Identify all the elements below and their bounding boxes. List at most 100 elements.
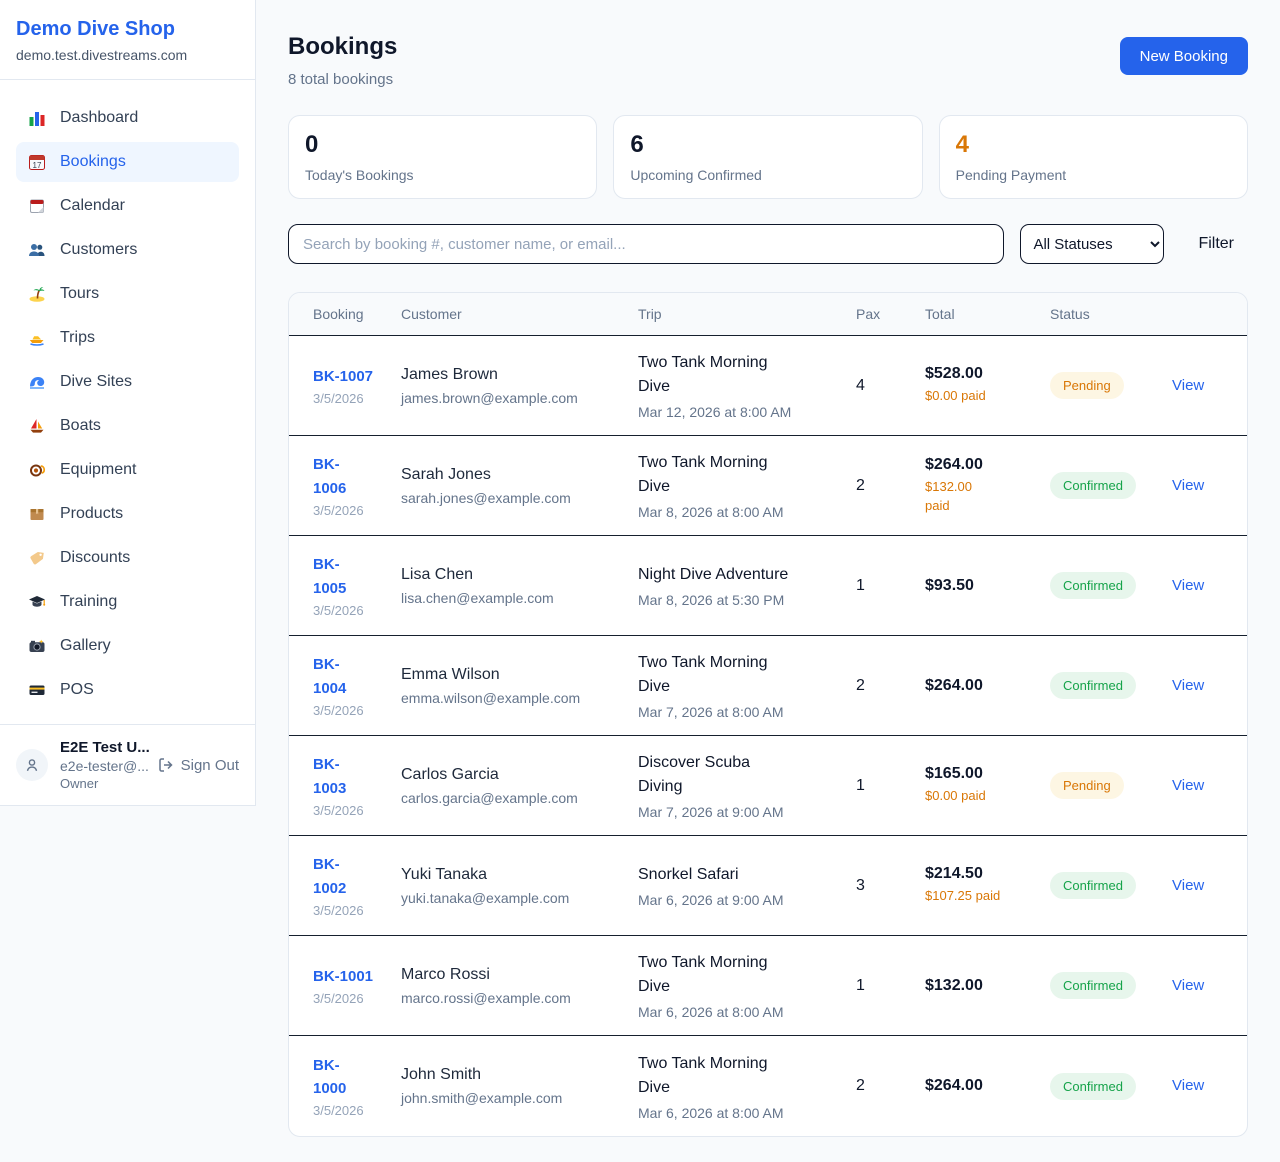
booking-id-link[interactable]: BK-1000 xyxy=(313,1054,365,1101)
customer-email: emma.wilson@example.com xyxy=(401,690,638,706)
booking-id-link[interactable]: BK-1003 xyxy=(313,753,365,800)
trip-name: Two Tank Morning Dive xyxy=(638,1052,826,1100)
view-link[interactable]: View xyxy=(1172,777,1204,794)
customer-cell: Yuki Tanaka yuki.tanaka@example.com xyxy=(401,866,638,906)
status-cell: Confirmed xyxy=(1050,1073,1172,1100)
new-booking-button[interactable]: New Booking xyxy=(1120,37,1248,75)
booking-cell: BK-1005 3/5/2026 xyxy=(289,553,401,618)
sidebar-item-label: Calendar xyxy=(60,197,125,215)
sidebar-item-calendar[interactable]: Calendar xyxy=(16,186,239,226)
pax-value: 3 xyxy=(856,877,925,895)
trip-name: Two Tank Morning Dive xyxy=(638,351,826,399)
table-row: BK-1007 3/5/2026 James Brown james.brown… xyxy=(289,336,1247,436)
dive-mask-icon xyxy=(28,461,46,479)
sidebar-item-label: Dashboard xyxy=(60,109,138,127)
filter-button[interactable]: Filter xyxy=(1184,227,1248,261)
sidebar-item-products[interactable]: Products xyxy=(16,494,239,534)
pax-value: 2 xyxy=(856,1077,925,1095)
sidebar-item-discounts[interactable]: Discounts xyxy=(16,538,239,578)
credit-card-icon xyxy=(28,681,46,699)
total-cell: $264.00 xyxy=(925,1077,1050,1095)
sidebar-item-trips[interactable]: Trips xyxy=(16,318,239,358)
customer-name: Lisa Chen xyxy=(401,566,638,584)
sidebar-item-bookings[interactable]: 17 Bookings xyxy=(16,142,239,182)
user-meta: E2E Test U... e2e-tester@... Owner xyxy=(60,739,157,791)
sidebar-item-label: Discounts xyxy=(60,549,130,567)
main-content: Bookings 8 total bookings New Booking 0 … xyxy=(256,0,1280,1137)
sidebar-item-dashboard[interactable]: Dashboard xyxy=(16,98,239,138)
search-input[interactable] xyxy=(288,224,1004,264)
sidebar-item-label: Boats xyxy=(60,417,101,435)
sign-out-label: Sign Out xyxy=(181,757,239,774)
view-link[interactable]: View xyxy=(1172,477,1204,494)
actions-cell: View xyxy=(1172,877,1247,895)
pax-value: 4 xyxy=(856,377,925,395)
view-link[interactable]: View xyxy=(1172,377,1204,394)
booking-id-link[interactable]: BK-1004 xyxy=(313,653,365,700)
status-select[interactable]: All Statuses xyxy=(1020,224,1164,264)
table-row: BK-1000 3/5/2026 John Smith john.smith@e… xyxy=(289,1036,1247,1136)
view-link[interactable]: View xyxy=(1172,877,1204,894)
booking-cell: BK-1006 3/5/2026 xyxy=(289,453,401,518)
trip-name: Two Tank Morning Dive xyxy=(638,951,826,999)
status-cell: Pending xyxy=(1050,772,1172,799)
paid-amount: $132.00 paid xyxy=(925,478,1050,514)
booking-id-link[interactable]: BK-1006 xyxy=(313,453,365,500)
sidebar-item-pos[interactable]: POS xyxy=(16,670,239,710)
trip-datetime: Mar 7, 2026 at 9:00 AM xyxy=(638,804,826,820)
trip-name: Two Tank Morning Dive xyxy=(638,651,826,699)
sidebar-nav: Dashboard 17 Bookings Calendar Customers… xyxy=(0,80,255,724)
sidebar-item-dive-sites[interactable]: Dive Sites xyxy=(16,362,239,402)
booking-id-link[interactable]: BK-1002 xyxy=(313,853,365,900)
trip-datetime: Mar 7, 2026 at 8:00 AM xyxy=(638,704,826,720)
filter-row: All Statuses Filter xyxy=(288,224,1248,264)
view-link[interactable]: View xyxy=(1172,677,1204,694)
pax-value: 1 xyxy=(856,977,925,995)
bookings-table: BookingCustomerTripPaxTotalStatus BK-100… xyxy=(288,292,1248,1137)
column-header-status: Status xyxy=(1050,306,1172,322)
customer-name: Marco Rossi xyxy=(401,966,638,984)
customer-name: John Smith xyxy=(401,1066,638,1084)
customer-cell: John Smith john.smith@example.com xyxy=(401,1066,638,1106)
sidebar-item-equipment[interactable]: Equipment xyxy=(16,450,239,490)
status-cell: Pending xyxy=(1050,372,1172,399)
sidebar-item-label: Customers xyxy=(60,241,137,259)
total-cell: $165.00 $0.00 paid xyxy=(925,765,1050,805)
view-link[interactable]: View xyxy=(1172,1077,1204,1094)
paid-amount: $0.00 paid xyxy=(925,787,1050,805)
sidebar-item-tours[interactable]: Tours xyxy=(16,274,239,314)
page-header: Bookings 8 total bookings New Booking xyxy=(288,33,1248,88)
sidebar-item-customers[interactable]: Customers xyxy=(16,230,239,270)
customer-email: carlos.garcia@example.com xyxy=(401,790,638,806)
stat-value: 0 xyxy=(305,131,580,159)
stat-label: Today's Bookings xyxy=(305,167,580,183)
view-link[interactable]: View xyxy=(1172,577,1204,594)
total-cell: $93.50 xyxy=(925,577,1050,595)
view-link[interactable]: View xyxy=(1172,977,1204,994)
booking-id-link[interactable]: BK-1007 xyxy=(313,365,373,388)
sidebar-item-label: Equipment xyxy=(60,461,137,479)
sidebar-item-label: Training xyxy=(60,593,117,611)
sidebar-item-label: Trips xyxy=(60,329,95,347)
sidebar-item-label: Products xyxy=(60,505,123,523)
avatar xyxy=(16,749,48,781)
tag-icon xyxy=(28,549,46,567)
status-cell: Confirmed xyxy=(1050,872,1172,899)
booking-id-link[interactable]: BK-1005 xyxy=(313,553,365,600)
wave-icon xyxy=(28,373,46,391)
sidebar-item-gallery[interactable]: Gallery xyxy=(16,626,239,666)
paid-amount: $0.00 paid xyxy=(925,387,1050,405)
status-badge: Pending xyxy=(1050,772,1124,799)
camera-icon xyxy=(28,637,46,655)
sign-out-button[interactable]: Sign Out xyxy=(157,756,239,774)
status-cell: Confirmed xyxy=(1050,572,1172,599)
stat-value: 4 xyxy=(956,131,1231,159)
booking-id-link[interactable]: BK-1001 xyxy=(313,965,373,988)
sailboat-icon xyxy=(28,417,46,435)
status-badge: Pending xyxy=(1050,372,1124,399)
table-row: BK-1005 3/5/2026 Lisa Chen lisa.chen@exa… xyxy=(289,536,1247,636)
customer-email: sarah.jones@example.com xyxy=(401,490,638,506)
sidebar-item-training[interactable]: Training xyxy=(16,582,239,622)
sidebar-item-boats[interactable]: Boats xyxy=(16,406,239,446)
grad-cap-icon xyxy=(28,593,46,611)
